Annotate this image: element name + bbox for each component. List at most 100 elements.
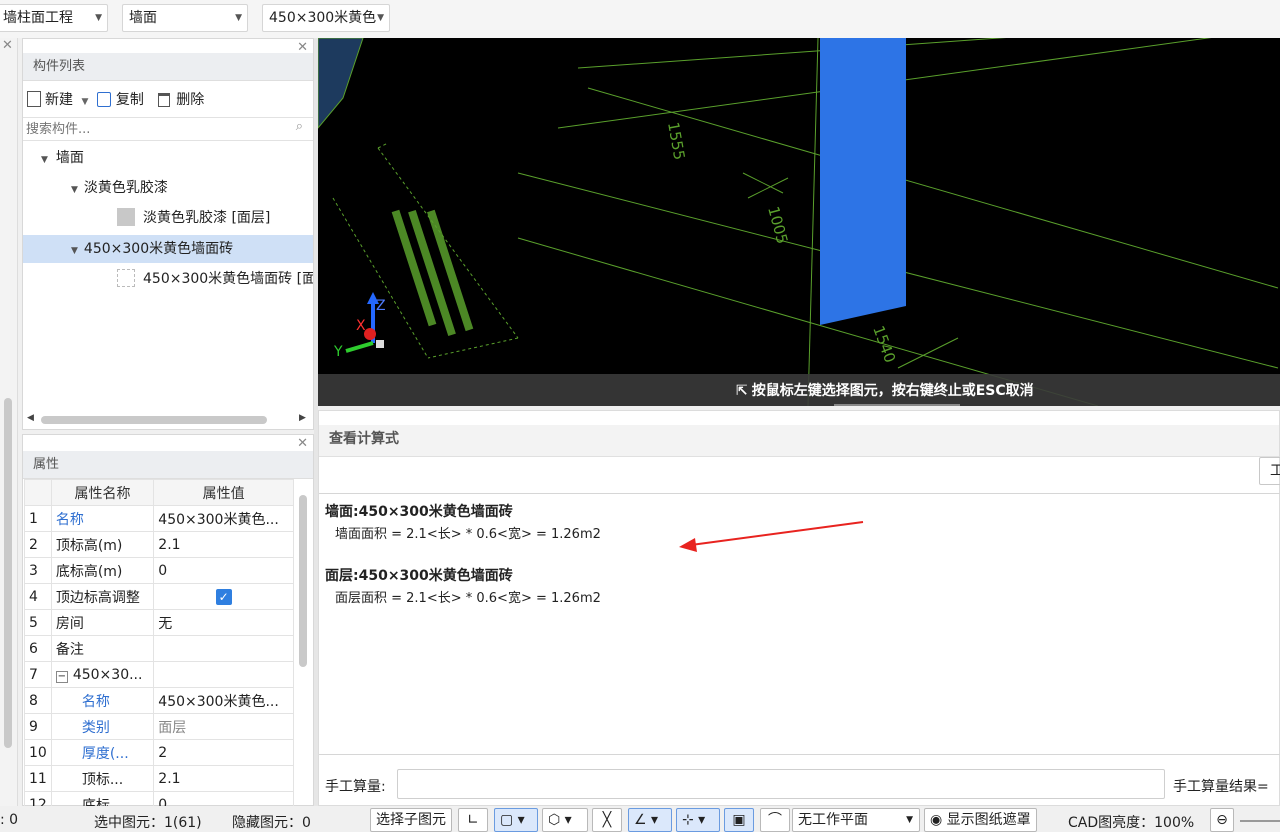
scroll-right-icon[interactable]: ▶ [299,413,306,423]
cube-icon[interactable]: ⬡ ▾ [542,808,588,832]
zoom-out-icon[interactable]: ⊖ [1210,808,1234,832]
curve-icon[interactable]: ⌒ [760,808,790,832]
copy-icon [96,92,111,107]
hint-text: ⇱ 按鼠标左键选择图元，按右键终止或ESC取消 [736,383,1034,399]
search-input[interactable] [23,118,273,140]
component-type-dropdown[interactable]: 墙面 ▼ [122,4,248,32]
tree-node-wall[interactable]: ▼ 墙面 [41,144,84,172]
table-row[interactable]: 11 顶标... 2.1 [24,765,294,792]
scrollbar[interactable] [4,398,12,748]
formula-title: 墙面:450×300米黄色墙面砖 [325,504,513,520]
resize-handle[interactable] [834,404,960,406]
component-search[interactable]: ⌕ [23,117,313,141]
table-row[interactable]: 8 名称 450×300米黄色... [24,687,294,714]
formula-area[interactable]: 墙面:450×300米黄色墙面砖 墙面面积 = 2.1<长> * 0.6<宽> … [319,493,1280,755]
manual-input[interactable] [397,769,1165,799]
cad-brightness: CAD图亮度：100% [1068,815,1195,831]
brightness-slider[interactable] [1240,820,1280,822]
work-plane-dropdown[interactable]: 无工作平面 ▼ [792,808,920,832]
panel-title: 查看计算式 [319,425,1279,457]
new-file-icon [27,91,41,107]
axis-x [364,328,376,340]
formula-title: 面层:450×300米黄色墙面砖 [325,568,513,584]
table-row[interactable]: 4 顶边标高调整 ✓ [24,583,294,610]
texture-icon [117,208,135,226]
dim-label: 1005 [764,204,791,246]
scrollbar[interactable] [299,495,307,667]
calc-panel: 查看计算式 工 墙面:450×300米黄色墙面砖 墙面面积 = 2.1<长> *… [318,410,1280,806]
status-hidden: 隐藏图元：0 [232,815,311,831]
cross-icon[interactable]: ╳ [592,808,622,832]
table-row[interactable]: 1 名称 450×300米黄色... [24,505,294,532]
tree-node-tile[interactable]: ▼ 450×300米黄色墙面砖 [71,235,233,263]
project-type-dropdown[interactable]: 墙柱面工程 ▼ [0,4,108,32]
axis-y-label: Y [333,344,343,360]
top-toolbar: 墙柱面工程 ▼ 墙面 ▼ 450×300米黄色 ▼ [0,0,1280,38]
scroll-left-icon[interactable]: ◀ [27,413,34,423]
component-actions: 新建 ▼ 复制 删除 [27,87,204,113]
search-icon[interactable]: ⌕ [296,119,303,134]
monitor-icon[interactable]: ▣ [724,808,754,832]
tree-node-tile-layer[interactable]: 450×300米黄色墙面砖 [面 [117,265,313,293]
axis-origin [376,340,384,348]
table-row[interactable]: 2 顶标高(m) 2.1 [24,531,294,558]
dim-line [557,38,1212,129]
close-icon[interactable]: ✕ [2,38,13,53]
table-row[interactable]: 10 厚度(... 2 [24,739,294,766]
selected-wall-tile[interactable] [820,38,906,325]
axis-x-label: X [356,318,366,334]
left-collapsed-panel: ✕ [0,38,18,806]
expand-icon[interactable]: ▼ [41,155,48,165]
cad-viewport[interactable]: 1555 1005 1540 Z X Y ⇱ 按鼠标左键选择图元，按右键终止或ES… [318,38,1280,406]
expand-icon[interactable]: ▼ [71,185,78,195]
cut-button[interactable]: 工 [1259,457,1280,485]
ortho-icon[interactable]: ∟ [458,808,488,832]
chevron-down-icon: ▼ [906,815,913,825]
select-child-button[interactable]: 选择子图元 [370,808,452,832]
collapse-icon[interactable]: − [55,670,68,683]
axis-y [345,341,374,353]
tick [747,177,789,199]
table-row[interactable]: 9 类别 面层 [24,713,294,740]
table-row[interactable]: 3 底标高(m) 0 [24,557,294,584]
chevron-down-icon: ▼ [235,13,242,23]
chevron-down-icon[interactable]: ▼ [81,97,88,107]
panel-title: 构件列表 [23,53,313,81]
empty-texture-icon [117,269,135,287]
cad-drawing: 1555 1005 1540 Z X Y [318,38,1279,406]
arrow-line [690,521,864,546]
show-mask-button[interactable]: ◉ 显示图纸遮罩 [924,808,1037,832]
rect-select-icon[interactable]: ▢ ▾ [494,808,538,832]
dashed-box [427,337,519,359]
new-button[interactable]: 新建 [27,91,73,108]
table-row[interactable]: 5 房间无 [24,609,294,636]
dashed-box [377,142,389,149]
arrow-head [679,538,697,552]
delete-button[interactable]: 删除 [158,92,204,108]
table-row[interactable]: 7−450×30... [24,661,294,688]
close-icon[interactable]: ✕ [297,41,308,55]
table-header: 属性名称 属性值 [24,479,294,506]
status-selected: 选中图元：1(61) [94,815,202,831]
panel-title: 属性 [23,451,313,479]
formula-line: 面层面积 = 2.1<长> * 0.6<宽> = 1.26m2 [335,591,601,606]
table-row[interactable]: 6 备注 [24,635,294,662]
expand-icon[interactable]: ▼ [71,246,78,256]
corner-shape [318,38,364,129]
tree-node-latex-paint-layer[interactable]: 淡黄色乳胶漆 [面层] [117,204,270,232]
eye-icon: ◉ [930,812,947,828]
dim-label: 1540 [869,323,899,365]
horizontal-scrollbar[interactable] [41,416,267,424]
copy-button[interactable]: 复制 [96,92,144,108]
close-icon[interactable]: ✕ [297,437,308,451]
dim-label: 1555 [664,121,688,162]
tree-node-latex-paint[interactable]: ▼ 淡黄色乳胶漆 [71,174,168,202]
angle-icon[interactable]: ∠ ▾ [628,808,672,832]
status-count: : 0 [0,812,19,828]
red-arrow-annotation [679,521,864,552]
component-list-panel: ✕ 构件列表 新建 ▼ 复制 删除 ⌕ ▼墙面 ▼淡黄色乳胶漆 淡黄色乳胶漆 [… [22,38,314,430]
axis-z-label: Z [376,298,386,314]
snap-icon[interactable]: ⊹ ▾ [676,808,720,832]
component-dropdown[interactable]: 450×300米黄色 ▼ [262,4,390,32]
checkbox[interactable]: ✓ [215,588,232,605]
